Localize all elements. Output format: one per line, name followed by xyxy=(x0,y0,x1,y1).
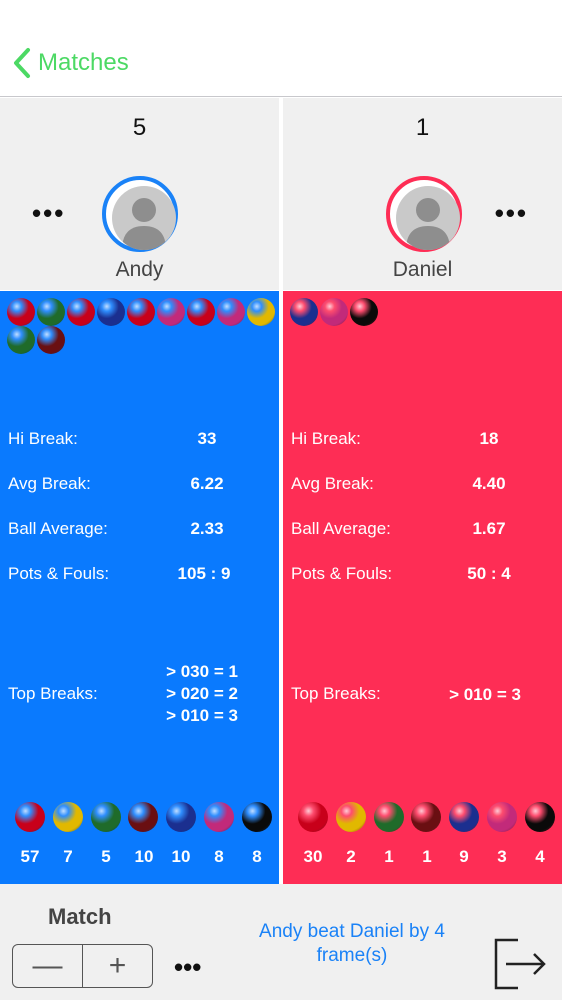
hi-break-label: Hi Break: xyxy=(291,429,361,448)
top-breaks-label: Top Breaks: xyxy=(291,684,381,703)
pots-fouls-label: Pots & Fouls: xyxy=(291,564,393,583)
player-name: Daniel xyxy=(392,258,453,281)
legend-yellow-ball xyxy=(52,802,83,832)
ball-count-green: 1 xyxy=(384,847,394,866)
ball-average-label: Ball Average: xyxy=(291,519,391,538)
match-result-text: Andy beat Daniel by 4 frame(s) xyxy=(259,921,445,966)
ball-count-red: 57 xyxy=(20,847,40,866)
legend-black-ball xyxy=(241,802,272,832)
legend-blue-ball xyxy=(449,802,480,832)
avg-break-label: Avg Break: xyxy=(8,474,91,493)
frames-stepper[interactable]: — + xyxy=(12,944,153,988)
green-ball xyxy=(37,298,65,326)
blue-ball xyxy=(290,298,318,326)
pots-fouls-label: Pots & Fouls: xyxy=(8,564,110,583)
person-icon xyxy=(122,198,166,250)
chevron-left-icon xyxy=(14,48,30,78)
top-breaks-list: > 010 = 3 xyxy=(415,684,555,706)
match-footer: Match — + ••• Andy beat Daniel by 4 fram… xyxy=(0,884,562,1000)
pots-fouls-value: 105 : 9 xyxy=(177,564,231,583)
player-header-right: 1 ••• Daniel xyxy=(283,98,562,290)
ball-count-black: 8 xyxy=(252,847,262,866)
red-ball xyxy=(127,298,155,326)
pots-fouls-value: 50 : 4 xyxy=(467,564,511,583)
player-stats-panel-left: Hi Break: 33 Avg Break: 6.22 Ball Averag… xyxy=(0,291,279,884)
ball-count-red: 30 xyxy=(303,847,323,866)
ball-count-yellow: 2 xyxy=(346,847,356,866)
top-break-entry: > 010 = 3 xyxy=(166,706,238,725)
top-break-entry: > 030 = 1 xyxy=(166,662,238,681)
player-stats-panel-right: Hi Break: 18 Avg Break: 4.40 Ball Averag… xyxy=(283,291,562,884)
player-header-left: 5 ••• Andy xyxy=(0,98,279,290)
avatar[interactable] xyxy=(102,176,178,252)
nav-bar: Matches xyxy=(0,0,562,97)
legend-red-ball xyxy=(298,802,328,832)
exit-icon[interactable] xyxy=(492,936,550,992)
pink-ball xyxy=(157,298,185,326)
pink-ball xyxy=(320,298,348,326)
decrement-button[interactable]: — xyxy=(13,945,82,987)
match-label: Match xyxy=(48,904,112,929)
top-break-entry: > 010 = 3 xyxy=(449,685,521,704)
blue-ball xyxy=(97,298,125,326)
legend-brown-ball xyxy=(411,802,442,832)
ball-count-brown: 1 xyxy=(422,847,432,866)
ball-count-yellow: 7 xyxy=(63,847,73,866)
back-button[interactable]: Matches xyxy=(10,45,129,81)
top-breaks-list: > 030 = 1 > 020 = 2 > 010 = 3 xyxy=(132,661,272,727)
avg-break-label: Avg Break: xyxy=(291,474,374,493)
legend-pink-ball xyxy=(204,802,234,832)
avg-break-value: 4.40 xyxy=(472,474,506,493)
player-options-button[interactable]: ••• xyxy=(32,198,65,229)
legend-black-ball xyxy=(524,802,555,832)
red-ball xyxy=(7,298,35,326)
ball-count-brown: 10 xyxy=(134,847,154,866)
ball-count-pink: 3 xyxy=(497,847,507,866)
ball-average-label: Ball Average: xyxy=(8,519,108,538)
black-ball xyxy=(350,298,378,326)
hi-break-value: 18 xyxy=(479,429,499,448)
ball-count-blue: 10 xyxy=(171,847,191,866)
ball-count-black: 4 xyxy=(535,847,545,866)
brown-ball xyxy=(37,326,65,354)
red-ball xyxy=(67,298,95,326)
hi-break-value: 33 xyxy=(197,429,217,448)
legend-pink-ball xyxy=(487,802,517,832)
legend-brown-ball xyxy=(128,802,159,832)
ball-average-value: 2.33 xyxy=(190,519,224,538)
match-options-button[interactable]: ••• xyxy=(174,952,201,983)
hi-break-label: Hi Break: xyxy=(8,429,78,448)
player-name: Andy xyxy=(115,258,164,281)
player-score: 5 xyxy=(132,114,147,141)
avg-break-value: 6.22 xyxy=(190,474,224,493)
legend-yellow-ball xyxy=(335,802,366,832)
top-break-entry: > 020 = 2 xyxy=(166,684,238,703)
green-ball xyxy=(7,326,35,354)
top-breaks-label: Top Breaks: xyxy=(8,684,98,703)
player-options-button[interactable]: ••• xyxy=(495,198,528,229)
player-score: 1 xyxy=(415,114,430,141)
pink-ball xyxy=(217,298,245,326)
legend-green-ball xyxy=(90,802,121,832)
increment-button[interactable]: + xyxy=(82,945,152,987)
avatar[interactable] xyxy=(386,176,462,252)
legend-green-ball xyxy=(373,802,404,832)
legend-red-ball xyxy=(15,802,45,832)
ball-count-blue: 9 xyxy=(459,847,469,866)
red-ball xyxy=(187,298,215,326)
back-label: Matches xyxy=(38,49,129,76)
legend-blue-ball xyxy=(166,802,197,832)
yellow-ball xyxy=(247,298,275,326)
person-icon xyxy=(406,198,450,250)
ball-count-pink: 8 xyxy=(214,847,224,866)
ball-count-green: 5 xyxy=(101,847,111,866)
ball-average-value: 1.67 xyxy=(472,519,506,538)
